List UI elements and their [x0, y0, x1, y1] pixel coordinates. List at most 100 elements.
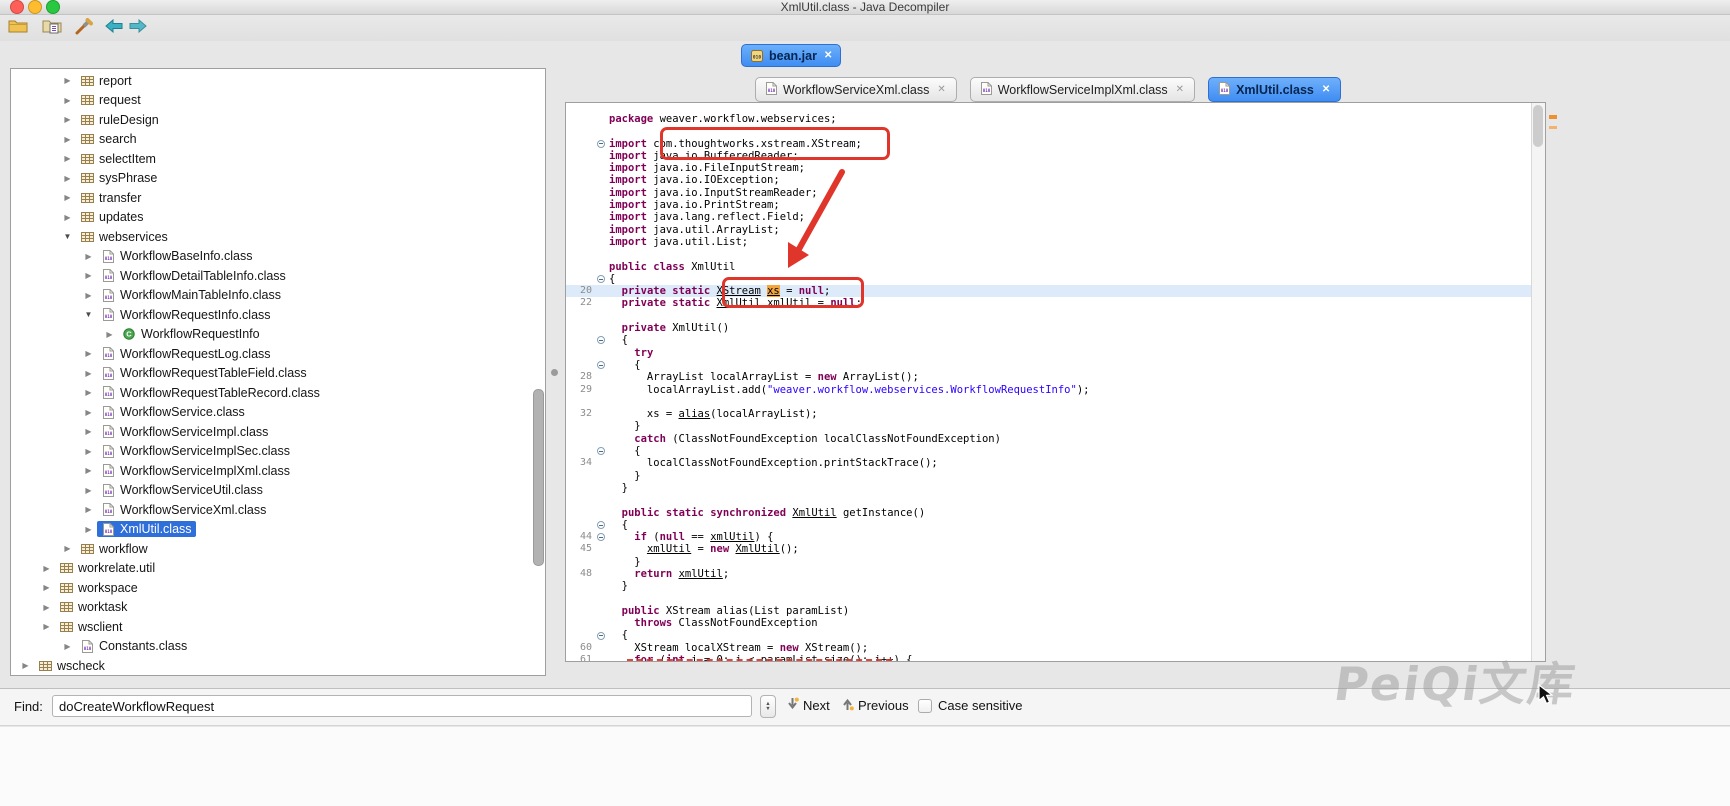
code-line[interactable]: catch (ClassNotFoundException localClass… — [566, 433, 1532, 445]
back-button[interactable] — [102, 18, 126, 38]
find-next-button[interactable]: Next — [786, 697, 830, 714]
find-history-stepper[interactable]: ▲▼ — [760, 695, 776, 718]
code-line[interactable]: import java.util.ArrayList; — [566, 224, 1532, 236]
code-line[interactable]: import java.lang.reflect.Field; — [566, 211, 1532, 223]
code-line[interactable] — [566, 593, 1532, 605]
tree-item-WorkflowServiceXml.class[interactable]: ▶010WorkflowServiceXml.class — [11, 500, 545, 520]
tree-item-workspace[interactable]: ▶workspace — [11, 578, 545, 598]
tree-item-transfer[interactable]: ▶transfer — [11, 188, 545, 208]
code-line[interactable]: 32 xs = alias(localArrayList); — [566, 408, 1532, 420]
code-line[interactable]: private XmlUtil() — [566, 322, 1532, 334]
expand-arrow-icon[interactable]: ▶ — [17, 661, 34, 670]
code-line[interactable]: throws ClassNotFoundException — [566, 617, 1532, 629]
tree-item-WorkflowServiceImplXml.class[interactable]: ▶010WorkflowServiceImplXml.class — [11, 461, 545, 481]
save-button[interactable] — [40, 18, 64, 38]
tree-item-report[interactable]: ▶report — [11, 71, 545, 91]
expand-arrow-icon[interactable]: ▶ — [38, 583, 55, 592]
tree-item-webservices[interactable]: ▼webservices — [11, 227, 545, 247]
expand-arrow-icon[interactable]: ▶ — [59, 544, 76, 553]
code-line[interactable]: import java.io.PrintStream; — [566, 199, 1532, 211]
code-line[interactable]: import com.thoughtworks.xstream.XStream; — [566, 138, 1532, 150]
code-line[interactable]: public static synchronized XmlUtil getIn… — [566, 507, 1532, 519]
tree-item-sysPhrase[interactable]: ▶sysPhrase — [11, 169, 545, 189]
fold-collapse-icon[interactable] — [597, 275, 605, 283]
tree-scrollbar[interactable] — [533, 389, 544, 566]
tree-item-WorkflowBaseInfo.class[interactable]: ▶010WorkflowBaseInfo.class — [11, 247, 545, 267]
fold-collapse-icon[interactable] — [597, 140, 605, 148]
expand-arrow-icon[interactable]: ▶ — [59, 115, 76, 124]
code-line[interactable]: } — [566, 556, 1532, 568]
tree-item-Constants.class[interactable]: ▶010Constants.class — [11, 637, 545, 657]
editor-tab-WorkflowServiceXml.class[interactable]: 010WorkflowServiceXml.class✕ — [755, 77, 957, 102]
expand-arrow-icon[interactable]: ▶ — [80, 408, 97, 417]
code-line[interactable]: } — [566, 482, 1532, 494]
expand-arrow-icon[interactable]: ▶ — [59, 213, 76, 222]
code-line[interactable]: 61 for (int i = 0; i < paramList.size();… — [566, 654, 1532, 661]
collapse-arrow-icon[interactable]: ▼ — [80, 310, 97, 319]
expand-arrow-icon[interactable]: ▶ — [59, 642, 76, 651]
expand-arrow-icon[interactable]: ▶ — [80, 291, 97, 300]
code-line[interactable]: 48 return xmlUtil; — [566, 568, 1532, 580]
expand-arrow-icon[interactable]: ▶ — [80, 388, 97, 397]
code-line[interactable]: { — [566, 273, 1532, 285]
code-line[interactable] — [566, 248, 1532, 260]
close-tab-icon[interactable]: ✕ — [937, 84, 945, 95]
tree-item-request[interactable]: ▶request — [11, 91, 545, 111]
editor-tab-WorkflowServiceImplXml.class[interactable]: 010WorkflowServiceImplXml.class✕ — [970, 77, 1195, 102]
code-line[interactable]: import java.util.List; — [566, 236, 1532, 248]
tree-item-WorkflowMainTableInfo.class[interactable]: ▶010WorkflowMainTableInfo.class — [11, 286, 545, 306]
code-line[interactable]: import java.io.IOException; — [566, 174, 1532, 186]
code-line[interactable] — [566, 125, 1532, 137]
stepper-down-icon[interactable]: ▼ — [765, 707, 770, 712]
code-line[interactable]: { — [566, 629, 1532, 641]
expand-arrow-icon[interactable]: ▶ — [59, 174, 76, 183]
code-line[interactable]: try — [566, 347, 1532, 359]
close-tab-icon[interactable]: ✕ — [1322, 84, 1330, 95]
tree-item-WorkflowDetailTableInfo.class[interactable]: ▶010WorkflowDetailTableInfo.class — [11, 266, 545, 286]
expand-arrow-icon[interactable]: ▶ — [80, 486, 97, 495]
code-line[interactable]: } — [566, 580, 1532, 592]
code-line[interactable]: { — [566, 359, 1532, 371]
tree-item-WorkflowServiceImplSec.class[interactable]: ▶010WorkflowServiceImplSec.class — [11, 442, 545, 462]
code-line[interactable]: 60 XStream localXStream = new XStream(); — [566, 642, 1532, 654]
expand-arrow-icon[interactable]: ▶ — [80, 466, 97, 475]
expand-arrow-icon[interactable]: ▶ — [38, 622, 55, 631]
editor-scrollbar-thumb[interactable] — [1533, 105, 1543, 147]
code-line[interactable] — [566, 494, 1532, 506]
tree-item-WorkflowRequestTableRecord.class[interactable]: ▶010WorkflowRequestTableRecord.class — [11, 383, 545, 403]
code-view[interactable]: package weaver.workflow.webservices; imp… — [566, 103, 1532, 661]
expand-arrow-icon[interactable]: ▶ — [80, 252, 97, 261]
code-line[interactable]: 20 private static XStream xs = null; — [566, 285, 1532, 297]
tree-item-search[interactable]: ▶search — [11, 130, 545, 150]
expand-arrow-icon[interactable]: ▶ — [80, 447, 97, 456]
fold-collapse-icon[interactable] — [597, 521, 605, 529]
tree-item-WorkflowRequestInfo[interactable]: ▶CWorkflowRequestInfo — [11, 325, 545, 345]
tree-item-wsclient[interactable]: ▶wsclient — [11, 617, 545, 637]
brush-button[interactable] — [72, 18, 96, 38]
code-line[interactable]: { — [566, 519, 1532, 531]
expand-arrow-icon[interactable]: ▶ — [59, 193, 76, 202]
tree-item-WorkflowService.class[interactable]: ▶010WorkflowService.class — [11, 403, 545, 423]
collapse-arrow-icon[interactable]: ▼ — [59, 232, 76, 241]
expand-arrow-icon[interactable]: ▶ — [80, 525, 97, 534]
forward-button[interactable] — [126, 18, 150, 38]
code-line[interactable]: import java.io.BufferedReader; — [566, 150, 1532, 162]
fold-collapse-icon[interactable] — [597, 632, 605, 640]
expand-arrow-icon[interactable]: ▶ — [59, 96, 76, 105]
tree-item-updates[interactable]: ▶updates — [11, 208, 545, 228]
tree-item-XmlUtil.class[interactable]: ▶010XmlUtil.class — [11, 520, 545, 540]
open-button[interactable] — [6, 18, 30, 38]
code-line[interactable]: 29 localArrayList.add("weaver.workflow.w… — [566, 384, 1532, 396]
editor-tab-XmlUtil.class[interactable]: 010XmlUtil.class✕ — [1208, 77, 1341, 102]
tree-item-WorkflowServiceImpl.class[interactable]: ▶010WorkflowServiceImpl.class — [11, 422, 545, 442]
case-sensitive-checkbox[interactable] — [918, 699, 932, 713]
fold-collapse-icon[interactable] — [597, 447, 605, 455]
expand-arrow-icon[interactable]: ▶ — [80, 427, 97, 436]
expand-arrow-icon[interactable]: ▶ — [80, 369, 97, 378]
package-tree-panel[interactable]: ▶report▶request▶ruleDesign▶search▶select… — [10, 68, 546, 676]
close-jar-icon[interactable]: ✕ — [824, 50, 832, 61]
code-line[interactable]: 44 if (null == xmlUtil) { — [566, 531, 1532, 543]
expand-arrow-icon[interactable]: ▶ — [38, 603, 55, 612]
expand-arrow-icon[interactable]: ▶ — [80, 505, 97, 514]
code-line[interactable]: 22 private static XmlUtil xmlUtil = null… — [566, 297, 1532, 309]
